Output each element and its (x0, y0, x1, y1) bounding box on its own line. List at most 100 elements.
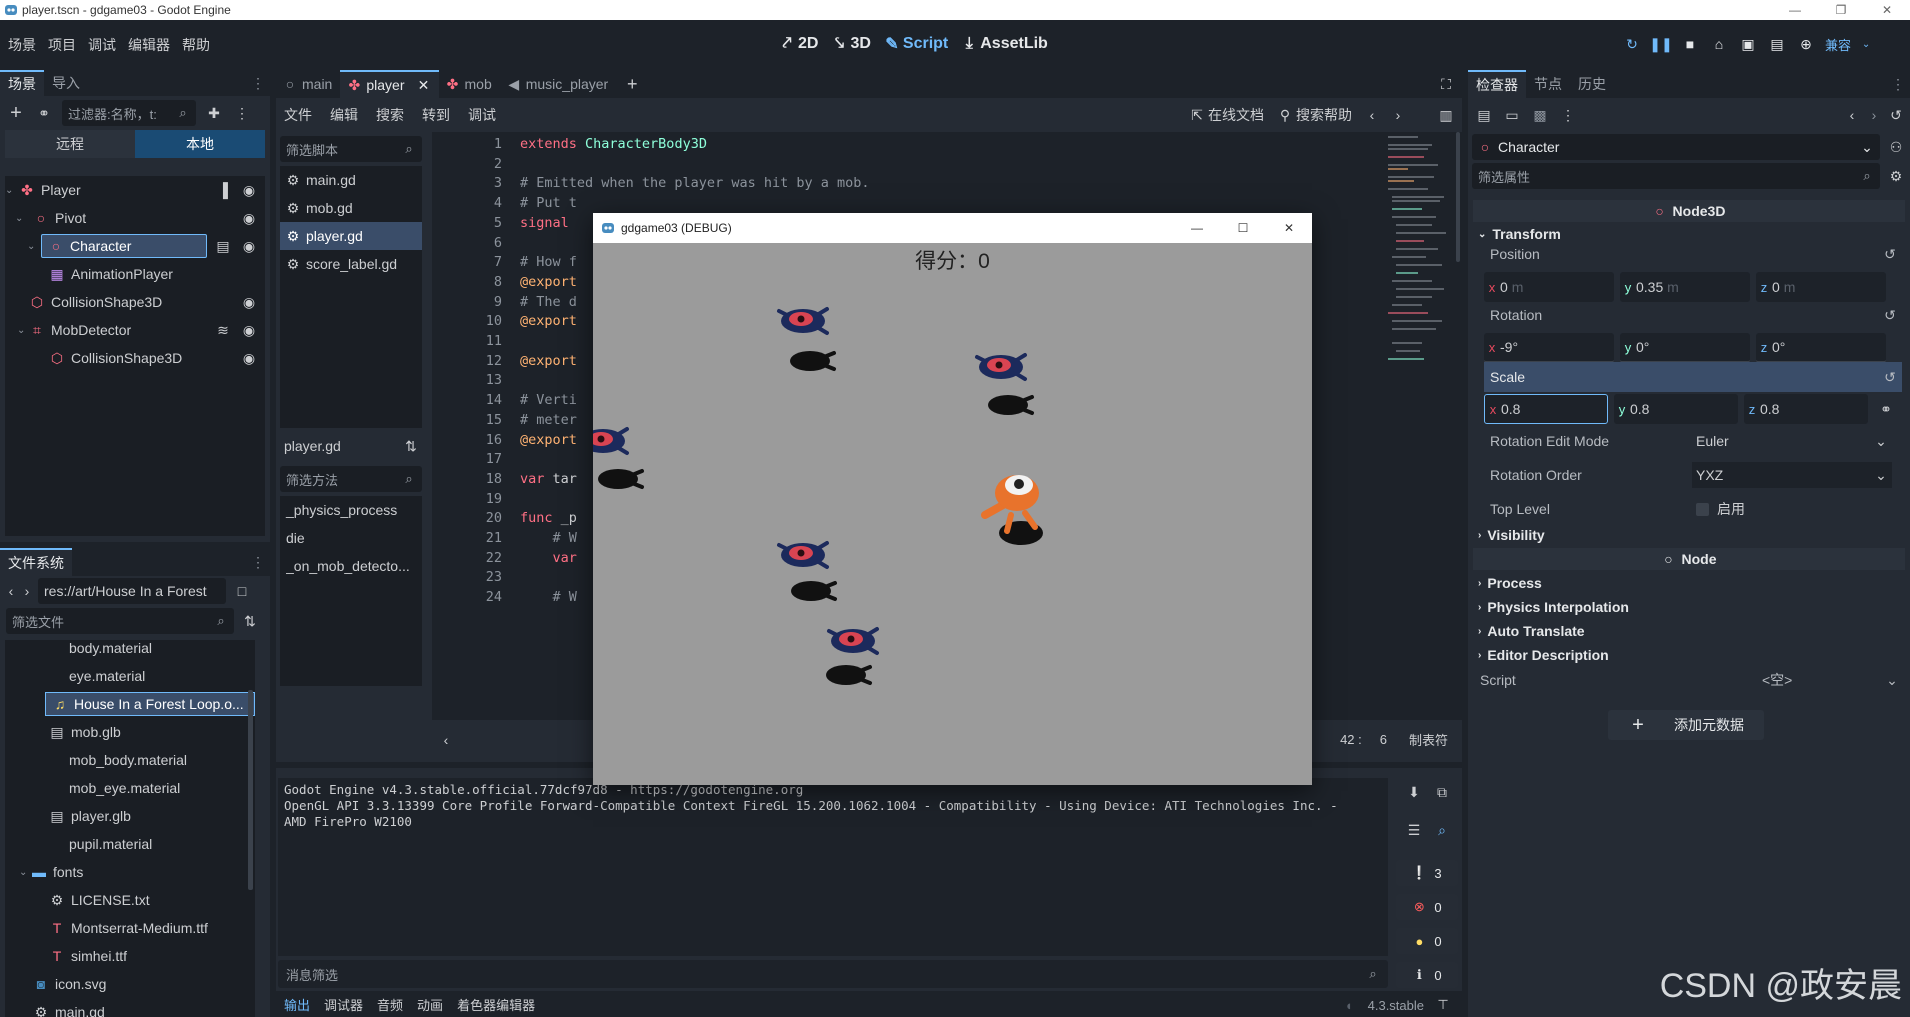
visibility-eye-icon[interactable]: ◉ (239, 208, 259, 228)
position-z-field[interactable]: z0 m (1756, 272, 1886, 302)
warning-filter[interactable]: ● 0 (1396, 928, 1458, 954)
scene-filter-input[interactable]: 过滤器:名称，t: ⌕ (62, 100, 196, 126)
filter-scripts-input[interactable]: 筛选脚本 ⌕ (280, 136, 422, 162)
chevron-down-icon[interactable]: ⌄ (1882, 670, 1902, 690)
bottom-tab-animation[interactable]: 动画 (417, 995, 443, 1014)
script-icon[interactable]: ▐ (213, 180, 233, 200)
close-tab-icon[interactable]: ✕ (417, 75, 431, 95)
save-icon[interactable]: ▩ (1530, 105, 1550, 125)
visibility-eye-icon[interactable]: ◉ (239, 180, 259, 200)
forward-icon[interactable]: › (1864, 105, 1884, 125)
dock-menu-icon[interactable]: ⋮ (248, 73, 268, 93)
position-y-field[interactable]: y 0.35 m (1620, 272, 1750, 302)
stop-icon[interactable]: ■ (1680, 34, 1700, 54)
bottom-tab-shader-editor[interactable]: 着色器编辑器 (457, 995, 535, 1014)
tree-item-character[interactable]: ⌄ ○ Character ▤ ◉ (5, 232, 265, 260)
group-auto-translate[interactable]: › Auto Translate (1468, 620, 1910, 642)
reload-icon[interactable]: ↻ (1622, 34, 1642, 54)
indent-mode[interactable]: 制表符 (1409, 730, 1448, 749)
chevron-down-icon[interactable]: ⌄ (1860, 34, 1872, 54)
file-item[interactable]: ▤ player.glb (5, 802, 255, 830)
position-x-field[interactable]: x0 m (1484, 272, 1614, 302)
toggle-panel-icon[interactable]: ▥ (1436, 105, 1456, 125)
group-editor-description[interactable]: › Editor Description (1468, 644, 1910, 666)
object-properties-icon[interactable]: ⚇ (1886, 137, 1906, 157)
method-item[interactable]: die (280, 524, 422, 552)
more-icon[interactable]: ⋮ (1558, 105, 1578, 125)
tree-item-collisionshape-mob[interactable]: ⬡ CollisionShape3D ◉ (5, 344, 265, 372)
pin-icon[interactable]: ⬇ (1404, 782, 1424, 802)
fs-path-input[interactable]: res://art/House In a Forest (38, 578, 226, 604)
local-tab[interactable]: 本地 (135, 130, 265, 158)
bottom-tab-output[interactable]: 输出 (284, 995, 310, 1014)
dock-menu-icon[interactable]: ⋮ (248, 552, 268, 572)
pin-panel-icon[interactable]: ⊤ (1436, 995, 1450, 1015)
group-process[interactable]: › Process (1468, 572, 1910, 594)
close-icon[interactable]: ✕ (1864, 0, 1910, 20)
group-physics-interpolation[interactable]: › Physics Interpolation (1468, 596, 1910, 618)
rotation-x-field[interactable]: x -9° (1484, 333, 1614, 363)
dock-menu-icon[interactable]: ⋮ (1888, 74, 1908, 94)
link-icon[interactable]: ⚭ (1876, 399, 1896, 419)
toggle-scripts-panel-icon[interactable]: ‹ (436, 730, 456, 750)
file-item[interactable]: mob_eye.material (5, 774, 255, 802)
code-scrollbar[interactable] (1456, 132, 1460, 262)
tab-mob[interactable]: ✤ mob (439, 70, 500, 98)
bottom-tab-audio[interactable]: 音频 (377, 995, 403, 1014)
menu-project[interactable]: 项目 (42, 35, 82, 55)
property-options-icon[interactable]: ⚙ (1886, 166, 1906, 186)
fullscreen-icon[interactable]: ⛶ (1436, 74, 1456, 94)
workspace-script-button[interactable]: ✎ Script (885, 34, 948, 54)
workspace-2d-button[interactable]: ⤤ 2D (780, 34, 818, 54)
bottom-tab-debugger[interactable]: 调试器 (324, 995, 363, 1014)
prev-script-icon[interactable]: ‹ (1366, 105, 1378, 125)
minimize-icon[interactable]: — (1174, 213, 1220, 243)
back-icon[interactable]: ‹ (6, 581, 16, 601)
search-icon[interactable]: ⌕ (1432, 820, 1452, 840)
scale-z-field[interactable]: z 0.8 (1744, 394, 1868, 424)
history-icon[interactable]: ↺ (1886, 105, 1906, 125)
new-resource-icon[interactable]: ▤ (1474, 105, 1494, 125)
file-item[interactable]: ⚙ main.gd (5, 998, 255, 1017)
file-item[interactable]: Tsimhei.ttf (5, 942, 255, 970)
visibility-eye-icon[interactable]: ◉ (239, 348, 259, 368)
file-item[interactable]: T Montserrat-Medium.ttf (5, 914, 255, 942)
file-item-selected[interactable]: ♫ House In a Forest Loop.o... (5, 690, 255, 718)
fs-filter-input[interactable]: 筛选文件 ⌕ (6, 608, 234, 634)
file-item[interactable]: ⚙ LICENSE.txt (5, 886, 255, 914)
tree-item-animationplayer[interactable]: ▦ AnimationPlayer (5, 260, 265, 288)
signal-icon[interactable]: ≋ (213, 320, 233, 340)
output-log[interactable]: Godot Engine v4.3.stable.official.77dcf9… (278, 778, 1388, 956)
fs-scrollbar[interactable] (248, 690, 253, 890)
sort-icon[interactable]: ⇅ (240, 611, 260, 631)
close-icon[interactable]: ✕ (1266, 213, 1312, 243)
tab-scene[interactable]: 场景 (0, 70, 44, 96)
tab-music-player[interactable]: ◀ music_player (500, 70, 616, 98)
workspace-3d-button[interactable]: ⤥ 3D (832, 34, 871, 54)
script-item[interactable]: ⚙ score_label.gd (280, 250, 422, 278)
script-menu-goto[interactable]: 转到 (422, 105, 450, 125)
script-item-selected[interactable]: ⚙ player.gd (280, 222, 422, 250)
maximize-icon[interactable]: ☐ (1220, 213, 1266, 243)
script-menu-debug[interactable]: 调试 (468, 105, 496, 125)
search-help-button[interactable]: ⚲ 搜索帮助 (1278, 105, 1352, 125)
renderer-select[interactable]: 兼容 (1825, 35, 1851, 54)
open-folder-icon[interactable]: ▭ (1502, 105, 1522, 125)
method-item[interactable]: _on_mob_detecto... (280, 552, 422, 580)
more-icon[interactable]: ⋮ (232, 103, 252, 123)
game-window-titlebar[interactable]: gdgame03 (DEBUG) — ☐ ✕ (593, 213, 1312, 243)
pause-icon[interactable]: ❚❚ (1649, 34, 1672, 54)
script-value[interactable]: <空> (1762, 670, 1792, 690)
remote-debug-icon[interactable]: ⌂ (1709, 34, 1729, 54)
filter-properties-input[interactable]: 筛选属性 ⌕ (1472, 163, 1880, 189)
rotation-y-field[interactable]: y 0° (1620, 333, 1750, 363)
workspace-assetlib-button[interactable]: ⤓ AssetLib (962, 34, 1048, 54)
log-message-filter[interactable]: ❕ 3 (1396, 860, 1458, 886)
add-metadata-button[interactable]: + 添加元数据 (1608, 710, 1764, 740)
editor-message-filter[interactable]: ℹ0 (1396, 962, 1458, 988)
menu-help[interactable]: 帮助 (176, 35, 216, 55)
file-item[interactable]: mob_body.material (5, 746, 255, 774)
group-visibility[interactable]: › Visibility (1468, 524, 1910, 546)
minimize-icon[interactable]: — (1772, 0, 1818, 20)
play-scene-icon[interactable]: ▣ (1738, 34, 1758, 54)
